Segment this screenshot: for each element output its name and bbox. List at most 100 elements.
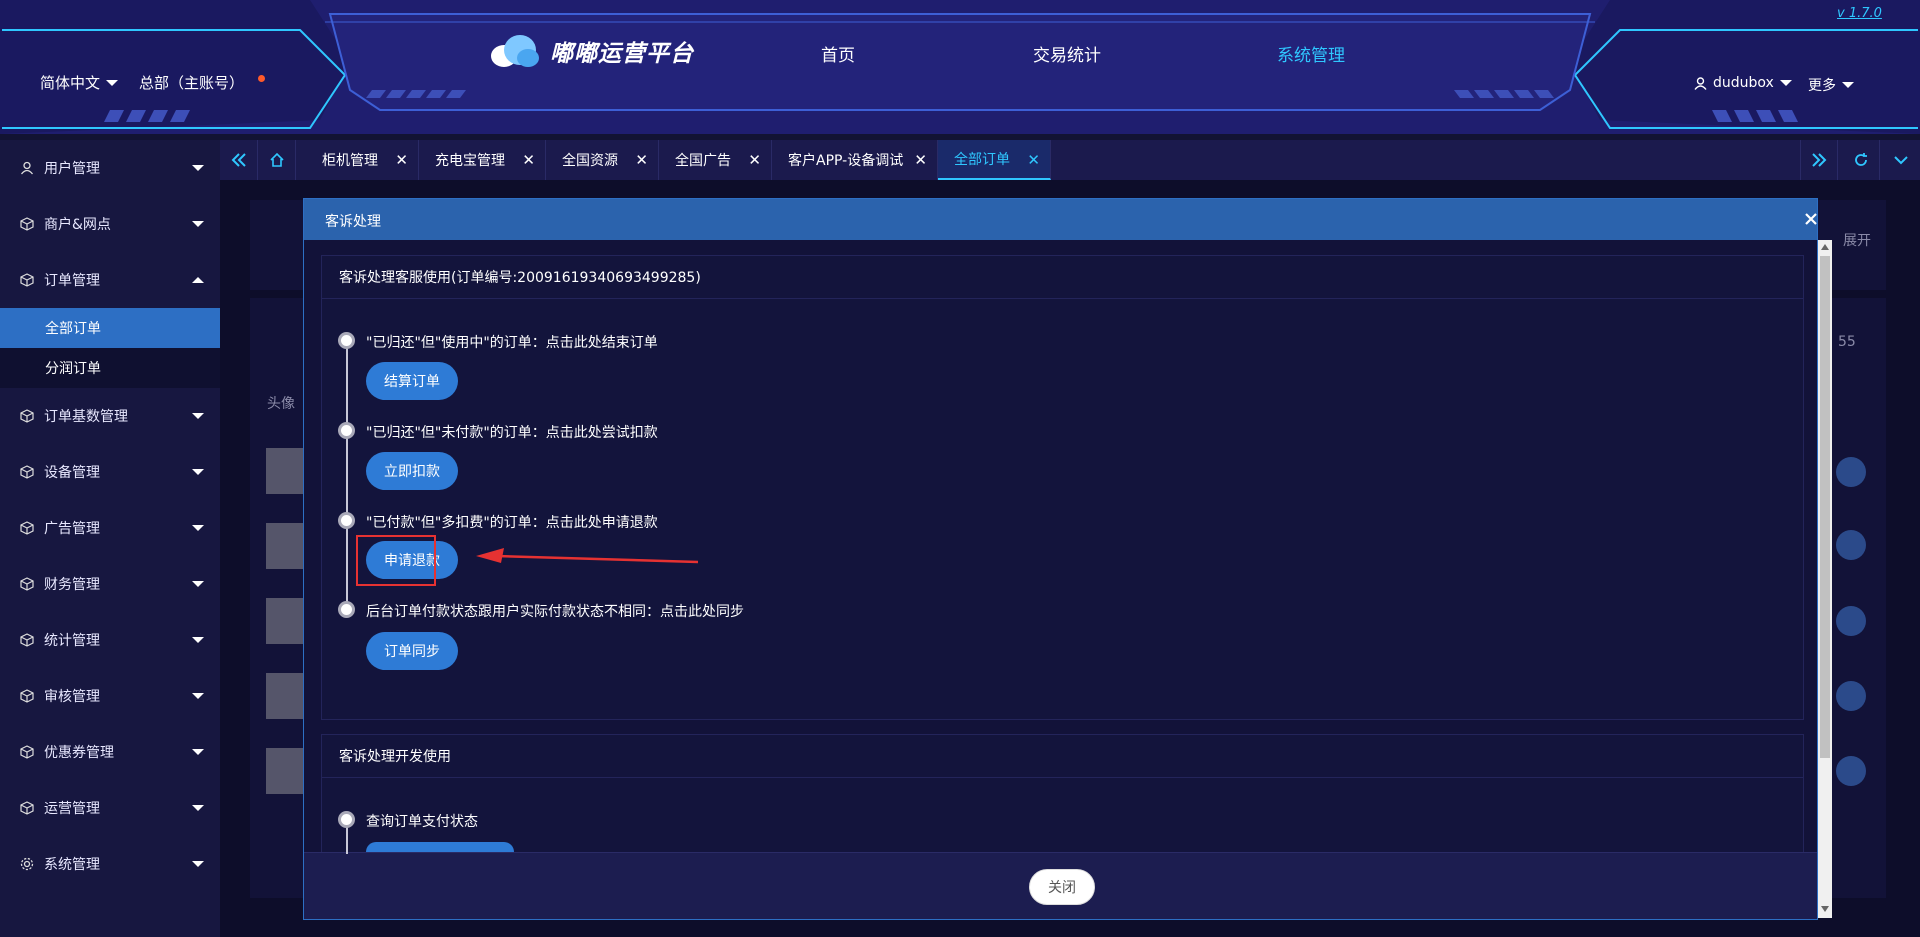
caret-down-icon	[192, 805, 204, 811]
caret-down-icon	[192, 749, 204, 755]
tab-bar: 柜机管理 ✕ 充电宝管理 ✕ 全国资源 ✕ 全国广告 ✕ 客户APP-设备调试 …	[220, 140, 1920, 180]
sidebar-subitem-all-orders[interactable]: 全部订单	[0, 308, 220, 348]
sidebar-item-system-management[interactable]: 系统管理	[0, 836, 220, 892]
tab-customer-app-device-debug[interactable]: 客户APP-设备调试 ✕	[772, 140, 938, 180]
total-count-fragment: 55	[1838, 334, 1856, 350]
sidebar-item-order-management[interactable]: 订单管理	[0, 252, 220, 308]
caret-down-icon	[192, 637, 204, 643]
language-selector[interactable]: 简体中文	[40, 72, 119, 93]
cube-icon	[20, 273, 34, 287]
sidebar-item-label: 用户管理	[44, 161, 100, 177]
sidebar-item-device-management[interactable]: 设备管理	[0, 444, 220, 500]
sidebar-item-label: 统计管理	[44, 633, 100, 649]
caret-down-icon	[192, 861, 204, 867]
more-menu[interactable]: 更多	[1808, 75, 1854, 95]
sidebar-item-ad-management[interactable]: 广告管理	[0, 500, 220, 556]
step-description: "已付款"但"多扣费"的订单：点击此处申请退款	[366, 515, 658, 531]
chevron-down-icon[interactable]	[1821, 906, 1829, 912]
settle-order-button[interactable]: 结算订单	[366, 362, 458, 400]
topnav-home[interactable]: 首页	[821, 41, 855, 66]
tabs-scroll-left-button[interactable]	[220, 140, 258, 180]
sidebar-item-finance-management[interactable]: 财务管理	[0, 556, 220, 612]
version-link[interactable]: v 1.7.0	[1837, 6, 1882, 21]
caret-down-icon	[192, 525, 204, 531]
sidebar-item-label: 设备管理	[44, 465, 100, 481]
sidebar-item-review-management[interactable]: 审核管理	[0, 668, 220, 724]
brand: 嘟嘟运营平台	[488, 34, 694, 68]
row-action-button[interactable]	[1836, 681, 1866, 711]
sidebar-item-stats-management[interactable]: 统计管理	[0, 612, 220, 668]
tab-all-orders[interactable]: 全部订单 ✕	[938, 140, 1051, 180]
cube-icon	[20, 521, 34, 535]
caret-down-icon	[192, 165, 204, 171]
close-icon[interactable]: ✕	[914, 151, 927, 169]
deduct-now-button[interactable]: 立即扣款	[366, 452, 458, 490]
sidebar-subitem-profit-orders[interactable]: 分润订单	[0, 348, 220, 388]
topnav-transaction-stats[interactable]: 交易统计	[1033, 41, 1101, 66]
tab-powerbank-management[interactable]: 充电宝管理 ✕	[419, 140, 546, 180]
modal-title: 客诉处理	[325, 214, 381, 230]
chevron-up-icon[interactable]	[1821, 244, 1829, 250]
home-icon	[269, 152, 284, 167]
close-icon[interactable]: ✕	[522, 151, 535, 169]
user-icon	[1694, 76, 1707, 90]
timeline-dot	[338, 811, 355, 828]
modal-footer: 关闭	[304, 852, 1817, 919]
tab-label: 柜机管理	[322, 153, 378, 169]
avatar	[266, 748, 306, 794]
username: dudubox	[1713, 75, 1774, 91]
caret-down-icon	[1842, 82, 1854, 88]
double-chevron-right-icon	[1812, 153, 1827, 167]
cloud-logo-icon	[491, 35, 539, 67]
avatar	[266, 448, 306, 494]
user-menu[interactable]: dudubox	[1694, 75, 1792, 91]
scrollbar-thumb[interactable]	[1820, 256, 1830, 758]
avatar	[266, 523, 306, 569]
tab-national-resources[interactable]: 全国资源 ✕	[546, 140, 659, 180]
sidebar-item-coupon-management[interactable]: 优惠券管理	[0, 724, 220, 780]
row-action-button[interactable]	[1836, 606, 1866, 636]
query-payment-button[interactable]	[366, 842, 514, 852]
refresh-icon	[1854, 153, 1867, 166]
sidebar-item-operations-management[interactable]: 运营管理	[0, 780, 220, 836]
order-sync-button[interactable]: 订单同步	[366, 632, 458, 670]
tab-national-ads[interactable]: 全国广告 ✕	[659, 140, 772, 180]
caret-down-icon	[192, 221, 204, 227]
step-description: 后台订单付款状态跟用户实际付款状态不相同：点击此处同步	[366, 604, 744, 620]
org-selector[interactable]: 总部（主账号）	[139, 72, 266, 93]
step-description: "已归还"但"使用中"的订单：点击此处结束订单	[366, 335, 658, 351]
org-label: 总部（主账号）	[139, 74, 245, 92]
close-icon[interactable]: ✕	[395, 151, 408, 169]
close-icon[interactable]: ✕	[1027, 151, 1040, 169]
sidebar-item-label: 财务管理	[44, 577, 100, 593]
row-action-button[interactable]	[1836, 530, 1866, 560]
sidebar-item-user-management[interactable]: 用户管理	[0, 140, 220, 196]
close-icon[interactable]: ✕	[748, 151, 761, 169]
timeline-dot	[338, 332, 355, 349]
customer-service-panel: 客诉处理客服使用(订单编号:20091619340693499285)	[321, 255, 1804, 720]
tab-cabinet-management[interactable]: 柜机管理 ✕	[306, 140, 419, 180]
tabs-scroll-right-button[interactable]	[1800, 140, 1838, 180]
timeline-line	[346, 340, 348, 610]
close-icon[interactable]: ✕	[635, 151, 648, 169]
sidebar-item-order-base-management[interactable]: 订单基数管理	[0, 388, 220, 444]
sidebar-item-merchant-outlets[interactable]: 商户&网点	[0, 196, 220, 252]
modal-scrollbar[interactable]	[1818, 240, 1832, 918]
close-icon[interactable]	[1804, 212, 1818, 226]
tab-home-button[interactable]	[258, 140, 296, 180]
brand-name: 嘟嘟运营平台	[550, 41, 694, 67]
tabs-menu-button[interactable]	[1882, 140, 1920, 180]
tab-label: 全国广告	[675, 153, 731, 169]
more-label: 更多	[1808, 78, 1836, 94]
caret-up-icon	[192, 277, 204, 283]
close-button[interactable]: 关闭	[1029, 869, 1095, 905]
expand-toggle[interactable]: 展开	[1843, 230, 1871, 250]
topnav-system-management[interactable]: 系统管理	[1277, 41, 1345, 66]
row-action-button[interactable]	[1836, 457, 1866, 487]
refresh-button[interactable]	[1842, 140, 1880, 180]
timeline-dot	[338, 601, 355, 618]
step-description: "已归还"但"未付款"的订单：点击此处尝试扣款	[366, 425, 658, 441]
row-action-button[interactable]	[1836, 756, 1866, 786]
avatar-column-header: 头像	[267, 396, 295, 412]
modal-header: 客诉处理	[304, 199, 1817, 240]
